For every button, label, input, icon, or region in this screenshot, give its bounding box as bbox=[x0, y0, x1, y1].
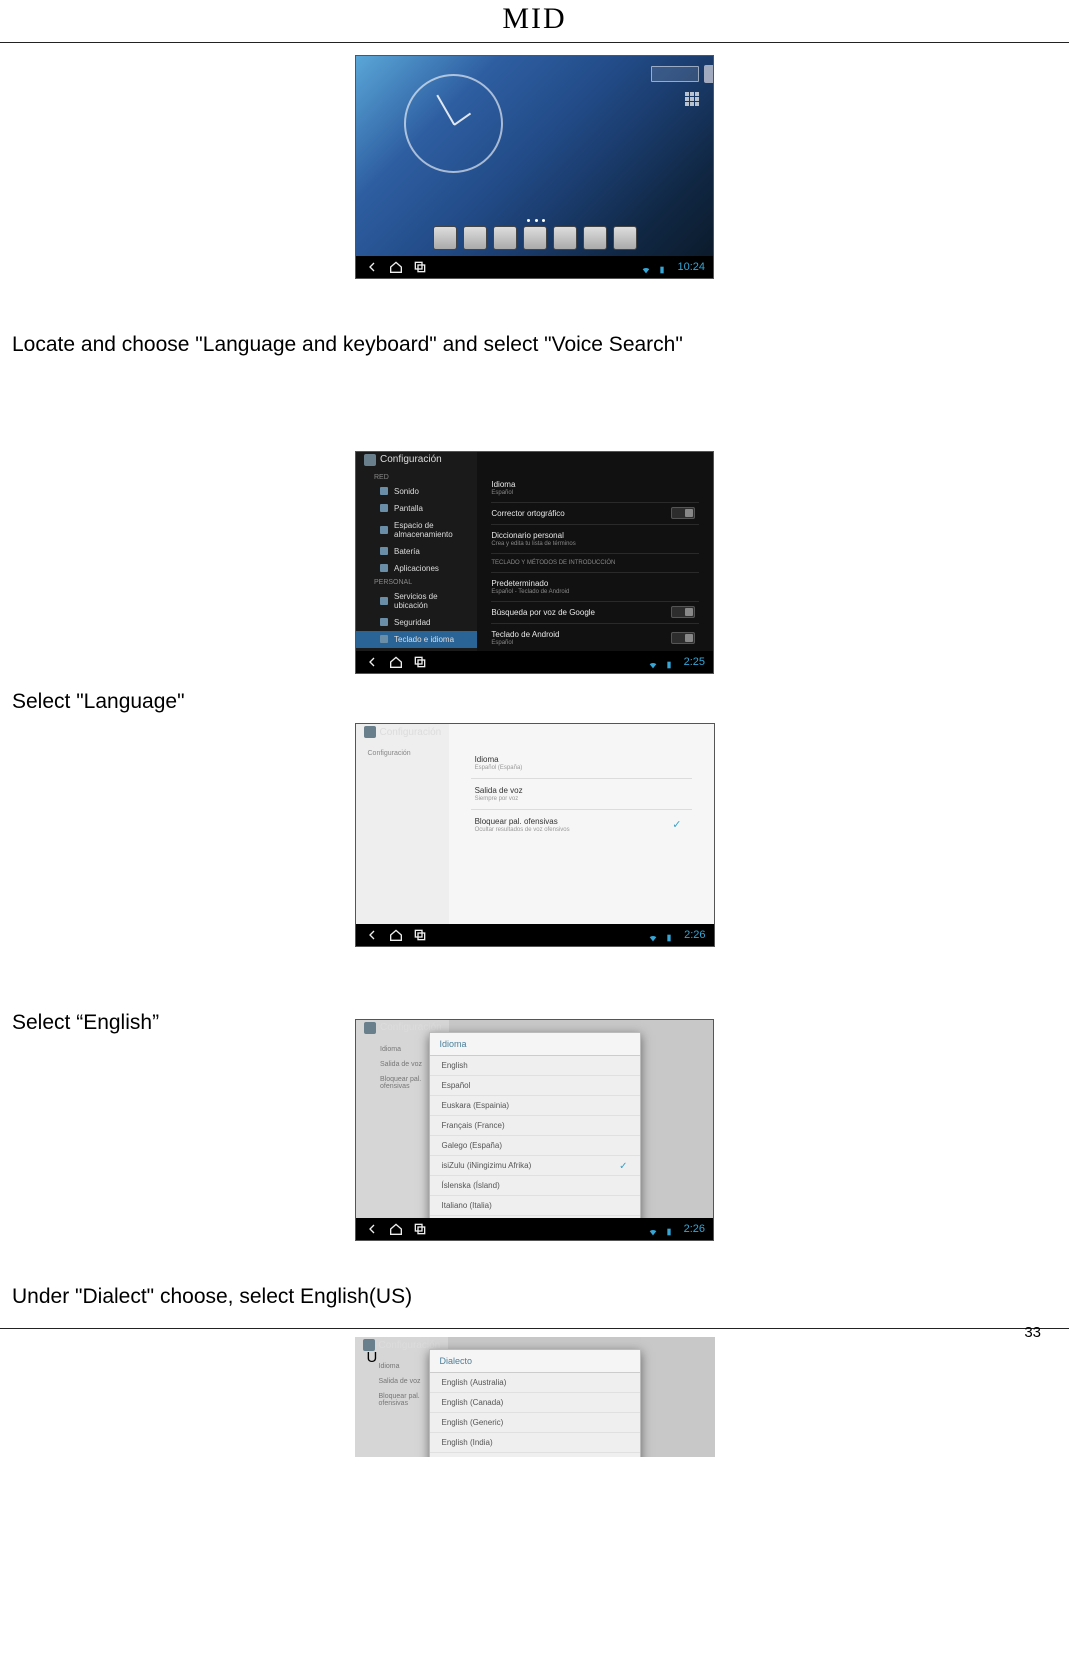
search-box-icon bbox=[651, 66, 699, 82]
home-icon bbox=[388, 654, 404, 670]
status-time: 2:25 bbox=[684, 656, 705, 668]
toggle-icon bbox=[671, 507, 695, 519]
sidebar-category: PERSONAL bbox=[356, 577, 477, 588]
recents-icon bbox=[412, 259, 428, 275]
android-statusbar: 2:26 bbox=[356, 924, 714, 946]
screenshot-dialect-dialog-partial: Configuración Idioma Salida de voz Bloqu… bbox=[355, 1337, 715, 1457]
recents-icon bbox=[412, 927, 428, 943]
instruction-text: Under "Dialect" choose, select English(U… bbox=[12, 1281, 1069, 1313]
page-header-title: MID bbox=[0, 0, 1069, 36]
dock-app-icon bbox=[493, 226, 517, 250]
clock-widget bbox=[404, 74, 503, 173]
status-time: 2:26 bbox=[684, 1223, 705, 1235]
recents-icon bbox=[412, 1221, 428, 1237]
settings-screen-title: Configuración bbox=[364, 454, 442, 466]
check-icon: ✓ bbox=[619, 1161, 627, 1172]
sidebar-item: Sonido bbox=[356, 483, 477, 500]
settings-sidebar-light: Configuración bbox=[356, 724, 449, 924]
battery-icon bbox=[657, 262, 667, 272]
dialect-select-dialog: Dialecto English (Australia) English (Ca… bbox=[429, 1349, 641, 1457]
sidebar-item: Aplicaciones bbox=[356, 560, 477, 577]
dialog-item: Français (France) bbox=[430, 1116, 640, 1136]
dialog-item: English (Australia) bbox=[430, 1373, 640, 1393]
status-time: 10:24 bbox=[677, 261, 705, 273]
dialog-item: English (Canada) bbox=[430, 1393, 640, 1413]
instruction-text: Locate and choose "Language and keyboard… bbox=[12, 329, 1069, 361]
sidebar-back-item: Configuración bbox=[356, 746, 449, 761]
dock-app-icon bbox=[583, 226, 607, 250]
toggle-icon bbox=[671, 632, 695, 644]
settings-main-pane: IdiomaEspañol (España) Salida de vozSiem… bbox=[449, 724, 714, 924]
dialog-item: Italiano (Italia) bbox=[430, 1196, 640, 1216]
recents-icon bbox=[412, 654, 428, 670]
dialog-item: Español bbox=[430, 1076, 640, 1096]
instruction-text: Select "Language" bbox=[12, 686, 1069, 718]
back-icon bbox=[364, 259, 380, 275]
wifi-icon bbox=[641, 262, 651, 272]
sidebar-item: Seguridad bbox=[356, 614, 477, 631]
sidebar-category: RED bbox=[356, 472, 477, 483]
gear-icon bbox=[364, 1022, 376, 1034]
wifi-icon bbox=[648, 930, 658, 940]
gear-icon bbox=[364, 726, 376, 738]
toggle-icon bbox=[671, 606, 695, 618]
dock-app-icon bbox=[463, 226, 487, 250]
dialog-item: English (Generic) bbox=[430, 1413, 640, 1433]
dialog-item: Íslenska (Ísland) bbox=[430, 1176, 640, 1196]
dialog-item: English bbox=[430, 1056, 640, 1076]
sidebar-item: Espacio de almacenamiento bbox=[356, 517, 477, 543]
sidebar-item: Batería bbox=[356, 543, 477, 560]
wifi-icon bbox=[648, 657, 658, 667]
dialog-title: Idioma bbox=[430, 1033, 640, 1056]
dialog-item: Galego (España) bbox=[430, 1136, 640, 1156]
sidebar-item: Servicios de ubicación bbox=[356, 588, 477, 614]
home-icon bbox=[388, 927, 404, 943]
status-time: 2:26 bbox=[684, 929, 705, 941]
screenshot-home-screen: 10:24 bbox=[355, 55, 714, 279]
gear-icon bbox=[364, 454, 376, 466]
settings-main-pane: IdiomaEspañol Corrector ortográfico Dicc… bbox=[477, 452, 713, 651]
settings-sidebar: RED Sonido Pantalla Espacio de almacenam… bbox=[356, 452, 477, 651]
settings-title-text: Configuración bbox=[380, 454, 442, 465]
dialog-title: Dialecto bbox=[430, 1350, 640, 1373]
settings-screen-title: Configuración bbox=[364, 726, 442, 738]
document-page: MID bbox=[0, 0, 1069, 1656]
settings-title-text: Configuración bbox=[380, 727, 442, 738]
screenshot-voice-search-settings: Configuración Configuración IdiomaEspaño… bbox=[355, 723, 715, 947]
dock-app-icon bbox=[433, 226, 457, 250]
back-icon bbox=[364, 927, 380, 943]
home-icon bbox=[388, 259, 404, 275]
dock-app-icon bbox=[553, 226, 577, 250]
apps-grid-icon bbox=[685, 92, 699, 106]
screenshot-language-dialog: Configuración Idioma Salida de voz Bloqu… bbox=[355, 1019, 714, 1241]
android-statusbar: 10:24 bbox=[356, 256, 713, 278]
android-statusbar: 2:26 bbox=[356, 1218, 713, 1240]
dock-app-icon bbox=[523, 226, 547, 250]
dialog-item: English (India) bbox=[430, 1433, 640, 1453]
battery-icon bbox=[664, 657, 674, 667]
check-icon: ✓ bbox=[672, 818, 681, 831]
back-icon bbox=[364, 1221, 380, 1237]
wifi-icon bbox=[648, 1224, 658, 1234]
dialog-item: Euskara (Espainia) bbox=[430, 1096, 640, 1116]
sidebar-item: Pantalla bbox=[356, 500, 477, 517]
page-number: 33 bbox=[1024, 1324, 1041, 1341]
footer-letter: U bbox=[367, 1349, 378, 1366]
back-icon bbox=[364, 654, 380, 670]
screenshot-settings-language-keyboard: Configuración RED Sonido Pantalla Espaci… bbox=[355, 451, 714, 674]
language-select-dialog: Idioma English Español Euskara (Espainia… bbox=[429, 1032, 641, 1241]
android-statusbar: 2:25 bbox=[356, 651, 713, 673]
footer-divider bbox=[0, 1328, 1069, 1329]
header-divider bbox=[0, 42, 1069, 43]
sidebar-item-selected: Teclado e idioma bbox=[356, 631, 477, 648]
home-icon bbox=[388, 1221, 404, 1237]
battery-icon bbox=[664, 930, 674, 940]
app-dock bbox=[433, 226, 637, 250]
dialog-item: English (New Zealand) bbox=[430, 1453, 640, 1457]
dialog-item: isiZulu (iNingizimu Afrika)✓ bbox=[430, 1156, 640, 1176]
dock-app-icon bbox=[613, 226, 637, 250]
battery-icon bbox=[664, 1224, 674, 1234]
